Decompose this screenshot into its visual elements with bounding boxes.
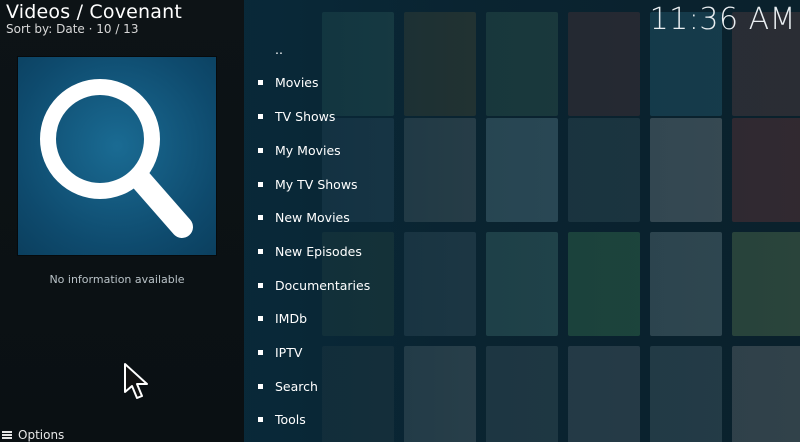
options-label: Options — [18, 428, 65, 442]
list-item-label: New Movies — [275, 210, 350, 225]
list-item-label: IPTV — [275, 345, 303, 360]
list-item-label: TV Shows — [275, 109, 336, 124]
mouse-cursor-icon — [124, 363, 148, 399]
list-item-search[interactable]: Search — [258, 379, 318, 394]
sort-status: Sort by: Date · 10 / 13 — [6, 22, 139, 36]
list-item-my-movies[interactable]: My Movies — [258, 143, 341, 158]
info-panel: Videos / Covenant Sort by: Date · 10 / 1… — [0, 0, 244, 442]
page-title: Videos / Covenant — [6, 1, 183, 23]
bullet-icon — [258, 148, 263, 153]
list-item-documentaries[interactable]: Documentaries — [258, 278, 370, 293]
list-item-label: Tools — [275, 412, 306, 427]
list-item-tools[interactable]: Tools — [258, 412, 306, 427]
list-item-label: My TV Shows — [275, 177, 358, 192]
bullet-icon — [258, 417, 263, 422]
list-item-new-movies[interactable]: New Movies — [258, 210, 350, 225]
list-item-label: .. — [275, 42, 283, 57]
search-icon — [40, 79, 193, 238]
bullet-icon — [258, 114, 263, 119]
list-item-tv-shows[interactable]: TV Shows — [258, 109, 335, 124]
list-item-parent[interactable]: .. — [258, 42, 283, 57]
list-item-label: New Episodes — [275, 244, 362, 259]
list-item-new-episodes[interactable]: New Episodes — [258, 244, 362, 259]
list-item-label: My Movies — [275, 143, 341, 158]
list-item-label: Search — [275, 379, 318, 394]
list-item-label: IMDb — [275, 311, 308, 326]
bullet-icon — [258, 316, 263, 321]
no-info-message: No information available — [49, 273, 185, 286]
item-thumbnail — [18, 57, 216, 255]
clock: 11:36 AM — [649, 2, 796, 37]
list-item-label: Documentaries — [275, 278, 371, 293]
list-item-my-tv-shows[interactable]: My TV Shows — [258, 177, 358, 192]
list-item-label: Movies — [275, 75, 319, 90]
bullet-icon — [258, 249, 263, 254]
bullet-icon — [258, 215, 263, 220]
bullet-icon — [258, 80, 263, 85]
bullet-icon — [258, 182, 263, 187]
list-item-iptv[interactable]: IPTV — [258, 345, 302, 360]
options-button[interactable]: Options — [2, 428, 64, 442]
bullet-icon — [258, 350, 263, 355]
list-item-imdb[interactable]: IMDb — [258, 311, 307, 326]
options-menu-icon — [2, 431, 12, 439]
bullet-icon — [258, 283, 263, 288]
list-item-movies[interactable]: Movies — [258, 75, 319, 90]
bullet-icon — [258, 384, 263, 389]
